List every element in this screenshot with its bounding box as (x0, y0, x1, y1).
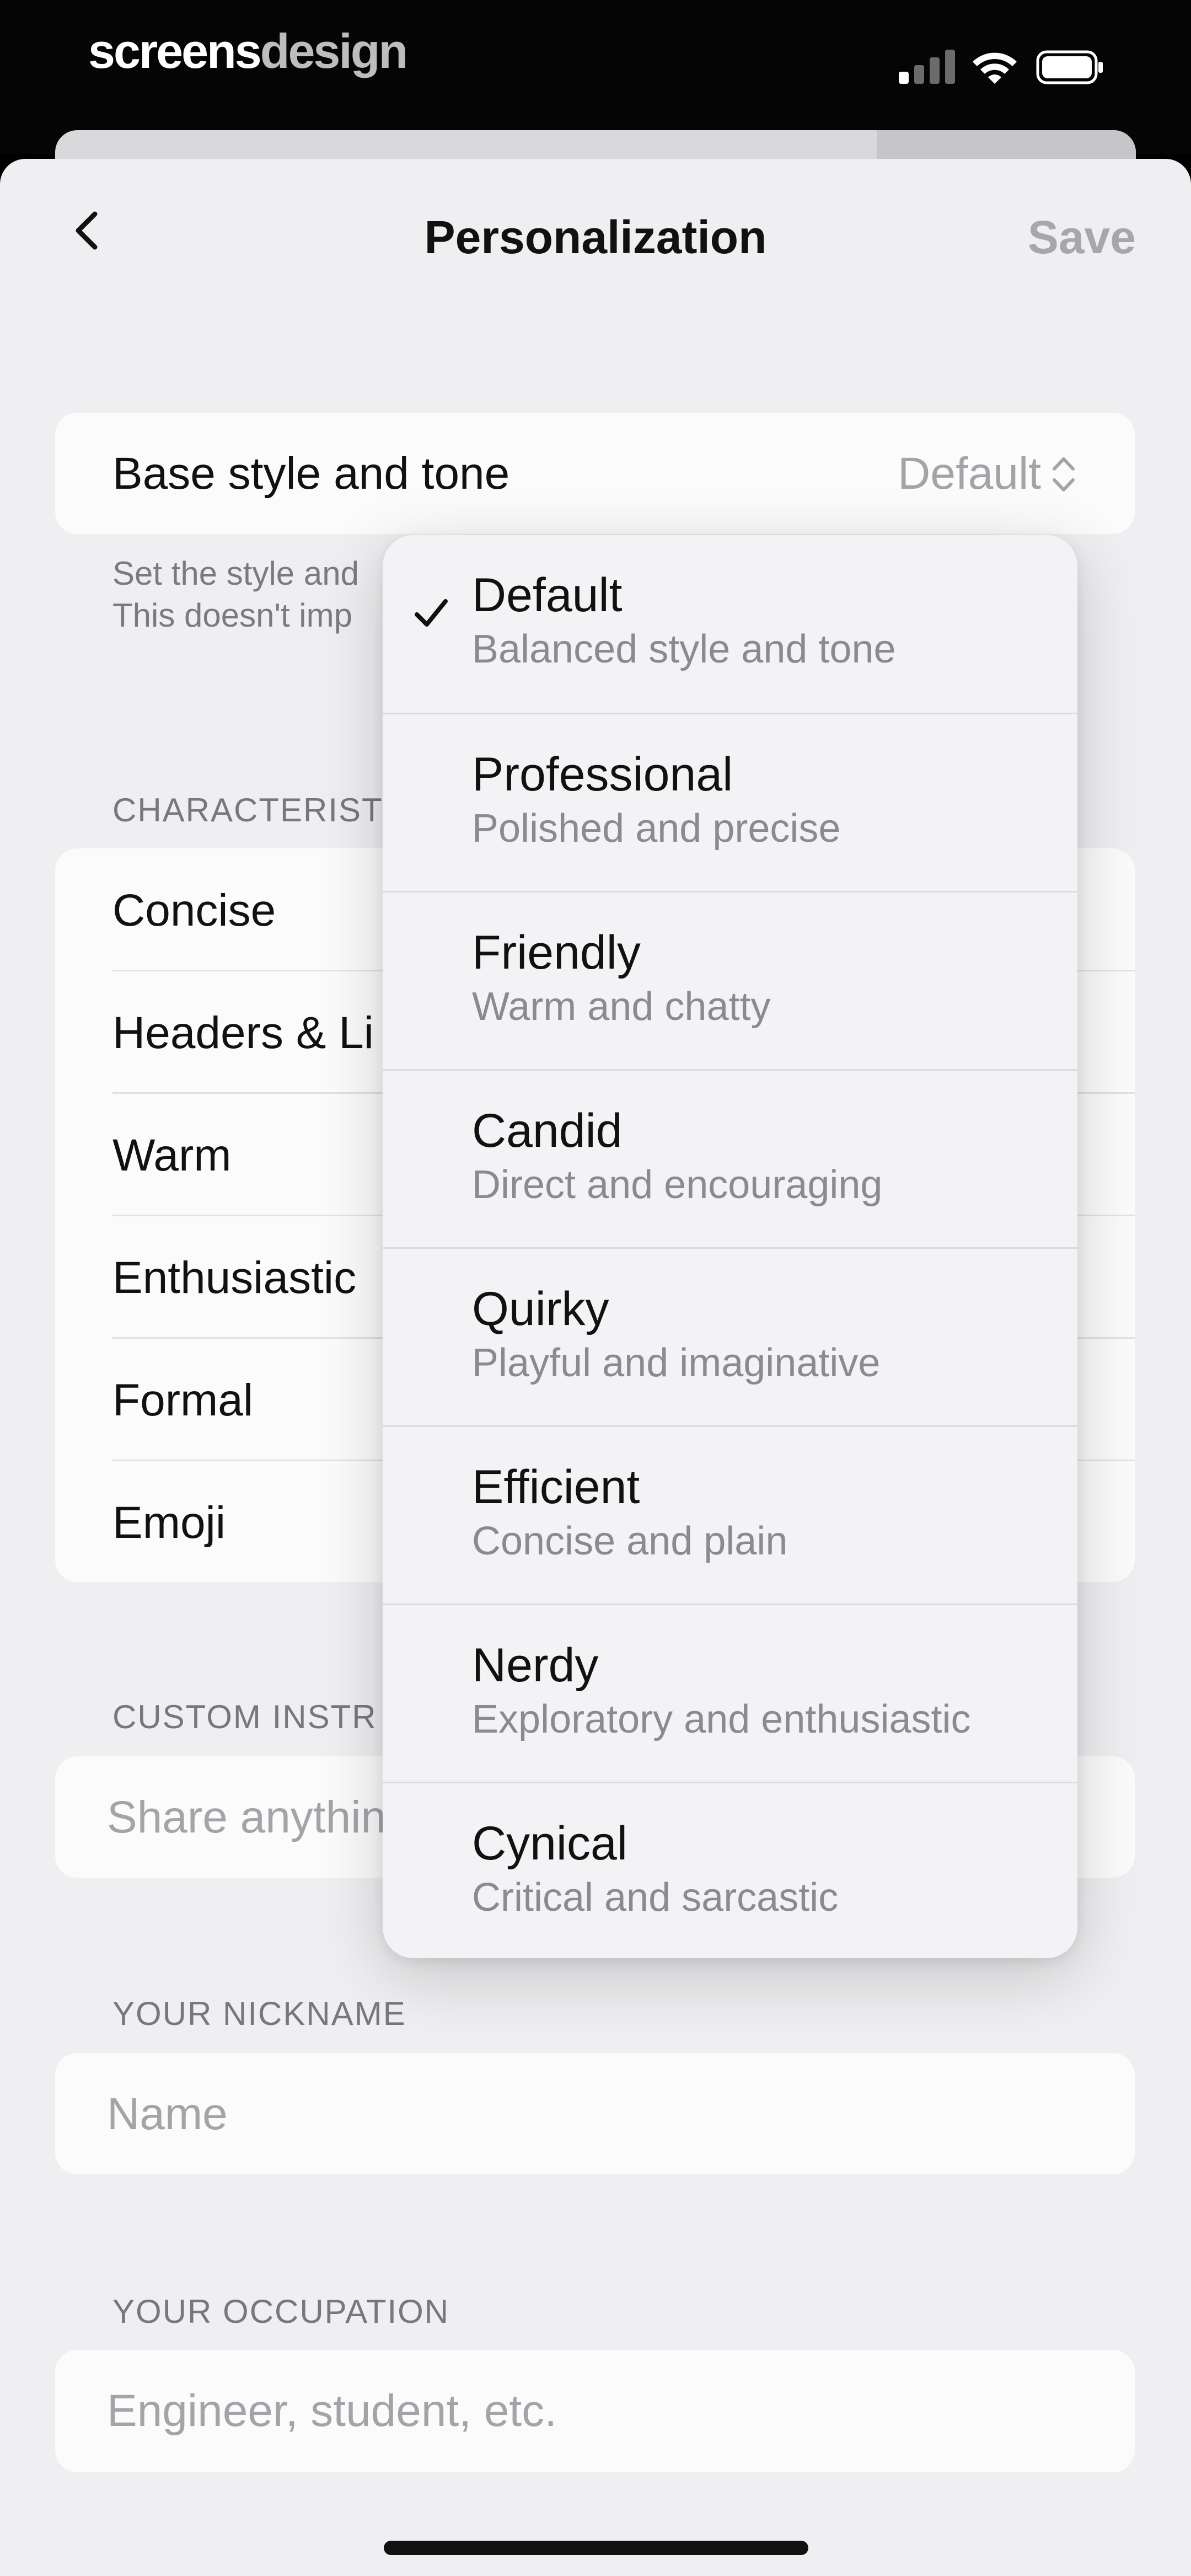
menu-option-subtitle: Direct and encouraging (472, 1163, 883, 1207)
menu-option-quirky[interactable]: Quirky Playful and imaginative (383, 1249, 1077, 1426)
menu-option-friendly[interactable]: Friendly Warm and chatty (383, 892, 1077, 1070)
menu-option-default[interactable]: Default Balanced style and tone (383, 535, 1077, 713)
characteristic-enthusiastic[interactable]: Enthusiastic (112, 1252, 356, 1304)
custom-instructions-placeholder: Share anythin (107, 1792, 387, 1842)
nickname-header: YOUR NICKNAME (112, 1995, 406, 2032)
characteristics-header: CHARACTERIST (112, 792, 383, 829)
wifi-icon (973, 52, 1017, 84)
base-style-value: Default (898, 448, 1041, 499)
menu-option-title: Quirky (472, 1282, 609, 1335)
base-style-help-line2: This doesn't imp (112, 597, 352, 634)
menu-option-title: Default (472, 569, 623, 622)
menu-option-subtitle: Balanced style and tone (472, 627, 896, 671)
battery-icon (1036, 50, 1103, 84)
menu-option-subtitle: Warm and chatty (472, 985, 771, 1029)
menu-option-title: Cynical (472, 1817, 627, 1870)
characteristic-formal[interactable]: Formal (112, 1375, 253, 1426)
menu-option-subtitle: Exploratory and enthusiastic (472, 1697, 971, 1741)
occupation-placeholder: Engineer, student, etc. (107, 2386, 557, 2436)
menu-option-title: Efficient (472, 1461, 640, 1514)
menu-option-title: Nerdy (472, 1639, 599, 1692)
menu-option-title: Friendly (472, 926, 641, 979)
menu-option-subtitle: Playful and imaginative (472, 1341, 881, 1385)
status-icons (899, 50, 1103, 84)
menu-option-subtitle: Concise and plain (472, 1519, 788, 1563)
menu-option-title: Candid (472, 1104, 623, 1157)
tone-dropdown-menu: Default Balanced style and tone Professi… (383, 535, 1077, 1958)
home-indicator (384, 2541, 808, 2555)
nickname-placeholder: Name (107, 2089, 228, 2139)
menu-option-subtitle: Polished and precise (472, 806, 841, 851)
custom-instructions-header: CUSTOM INSTR (112, 1698, 377, 1735)
characteristic-warm[interactable]: Warm (112, 1130, 232, 1182)
characteristic-emoji[interactable]: Emoji (112, 1497, 226, 1549)
occupation-header: YOUR OCCUPATION (112, 2293, 450, 2330)
page-title: Personalization (424, 211, 767, 263)
menu-option-professional[interactable]: Professional Polished and precise (383, 714, 1077, 892)
brand-logo: screensdesign (88, 24, 408, 78)
characteristic-headers[interactable]: Headers & Li (112, 1007, 374, 1059)
save-button[interactable]: Save (1028, 211, 1136, 264)
menu-option-nerdy[interactable]: Nerdy Exploratory and enthusiastic (383, 1605, 1077, 1783)
menu-option-efficient[interactable]: Efficient Concise and plain (383, 1427, 1077, 1605)
menu-option-title: Professional (472, 748, 733, 801)
base-style-row[interactable]: Base style and tone Default (55, 413, 1135, 534)
chevron-up-down-icon (1053, 457, 1075, 491)
cellular-signal-icon (899, 50, 955, 84)
occupation-field[interactable]: Engineer, student, etc. (55, 2350, 1135, 2472)
nickname-field[interactable]: Name (55, 2053, 1135, 2174)
characteristic-concise[interactable]: Concise (112, 885, 276, 937)
menu-option-subtitle: Critical and sarcastic (472, 1875, 839, 1920)
base-style-help-line1: Set the style and (112, 555, 359, 592)
checkmark-icon (415, 599, 448, 627)
menu-option-candid[interactable]: Candid Direct and encouraging (383, 1071, 1077, 1248)
base-style-label: Base style and tone (112, 448, 510, 499)
nav-bar: Personalization Save (0, 159, 1191, 313)
menu-option-cynical[interactable]: Cynical Critical and sarcastic (383, 1783, 1077, 1958)
